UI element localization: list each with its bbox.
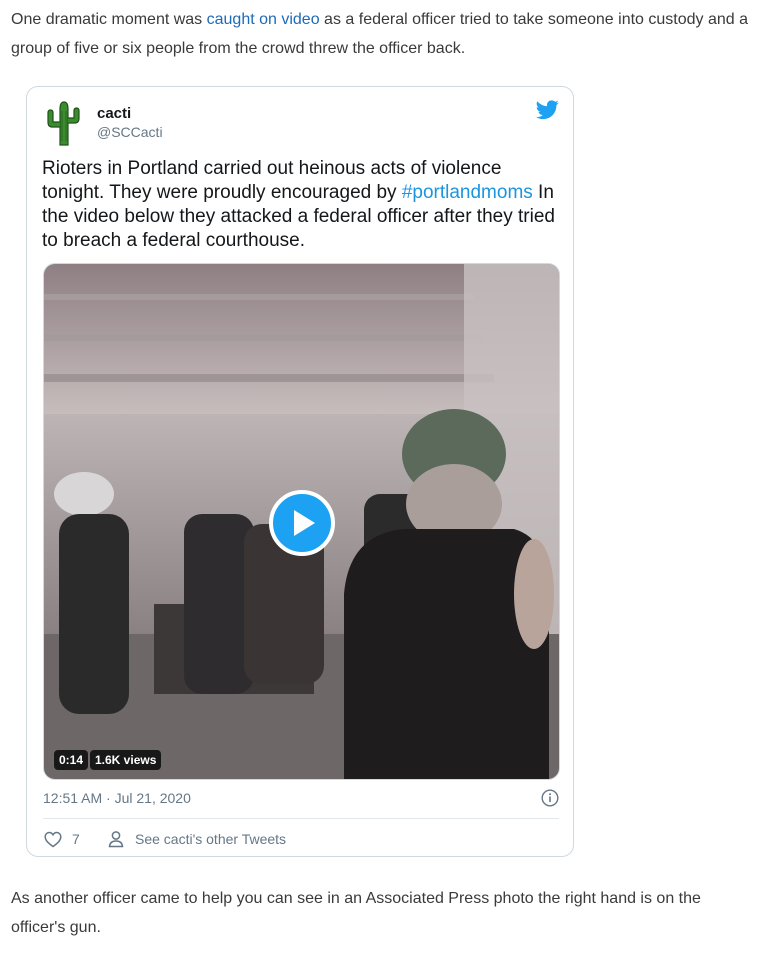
article-paragraph-2: As another officer came to help you can … [11,890,701,936]
video-player[interactable]: 0:14 1.6K views [43,263,560,780]
paragraph-text: One dramatic moment was [11,11,207,28]
tweet-author-name[interactable]: cacti [97,105,131,122]
play-icon [294,510,315,536]
caught-on-video-link[interactable]: caught on video [207,11,320,28]
tweet-author-handle[interactable]: @SCCacti [97,124,163,140]
tweet-timestamp[interactable]: 12:51 AM · Jul 21, 2020 [43,790,191,806]
cactus-avatar-icon[interactable] [44,99,84,147]
article-paragraph-1: One dramatic moment was caught on video … [11,5,756,63]
video-views-badge: 1.6K views [90,750,162,770]
heart-icon[interactable] [44,831,62,848]
play-button[interactable] [269,490,335,556]
hashtag-link[interactable]: #portlandmoms [402,182,533,203]
twitter-bird-icon[interactable] [535,98,559,122]
person-icon[interactable] [107,830,125,848]
info-icon[interactable] [541,789,559,807]
see-other-tweets-link[interactable]: See cacti's other Tweets [135,831,286,847]
tweet-divider [43,818,559,819]
video-duration-badge: 0:14 [54,750,89,770]
tweet-text: Rioters in Portland carried out heinous … [42,157,567,253]
like-count[interactable]: 7 [72,831,80,847]
embedded-tweet: cacti @SCCacti Rioters in Portland carri… [26,86,574,857]
